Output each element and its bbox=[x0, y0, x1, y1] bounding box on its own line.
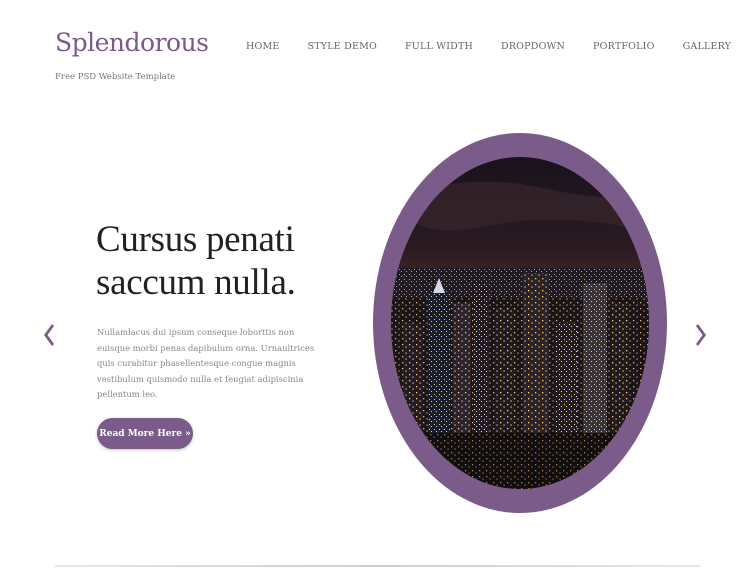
read-more-button[interactable]: Read More Here » bbox=[97, 418, 193, 449]
footer-divider bbox=[55, 565, 700, 567]
main-nav: HOME STYLE DEMO FULL WIDTH DROPDOWN PORT… bbox=[232, 41, 745, 52]
slider-prev-button[interactable] bbox=[40, 320, 56, 350]
nav-item-full-width[interactable]: FULL WIDTH bbox=[391, 41, 487, 52]
slide-body-text: Nullamlacus dui ipsum conseque loborttis… bbox=[97, 327, 315, 400]
nav-item-gallery[interactable]: GALLERY bbox=[669, 41, 746, 52]
nav-item-style-demo[interactable]: STYLE DEMO bbox=[294, 41, 391, 52]
slide-headline-line-1: Cursus penati bbox=[96, 219, 295, 260]
slide-headline-line-2: saccum nulla. bbox=[96, 262, 296, 303]
site-tagline: Free PSD Website Template bbox=[55, 72, 176, 82]
slide-headline: Cursus penati saccum nulla. bbox=[96, 218, 396, 304]
chevron-right-icon bbox=[696, 324, 706, 346]
slider-next-button[interactable] bbox=[694, 320, 710, 350]
slide-image-frame bbox=[373, 133, 668, 513]
hero-slider: Cursus penati saccum nulla. Nullamlacus … bbox=[0, 110, 755, 550]
site-logo[interactable]: Splendorous bbox=[55, 28, 209, 57]
city-skyline-image bbox=[373, 133, 667, 513]
nav-item-dropdown[interactable]: DROPDOWN bbox=[487, 41, 579, 52]
nav-item-portfolio[interactable]: PORTFOLIO bbox=[579, 41, 669, 52]
nav-item-home[interactable]: HOME bbox=[232, 41, 294, 52]
chevron-left-icon bbox=[44, 324, 54, 346]
